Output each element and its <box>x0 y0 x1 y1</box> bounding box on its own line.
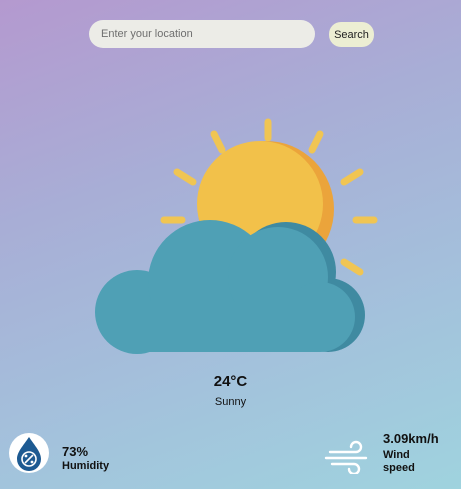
humidity-drop-icon <box>9 433 49 473</box>
temperature-value: 24°C <box>213 373 248 390</box>
humidity-value: 73% <box>62 444 89 459</box>
wind-speed-label: Wind speed <box>383 449 415 474</box>
weather-condition: Sunny <box>214 396 247 408</box>
location-search-input[interactable] <box>89 20 315 48</box>
wind-icon <box>324 440 368 474</box>
sun-behind-cloud-icon <box>95 118 378 354</box>
humidity-label: Humidity <box>62 460 110 472</box>
search-button[interactable]: Search <box>329 22 374 47</box>
wind-speed-value: 3.09km/h <box>383 431 439 446</box>
weather-app: Search 24°C Sunny <box>0 0 461 489</box>
